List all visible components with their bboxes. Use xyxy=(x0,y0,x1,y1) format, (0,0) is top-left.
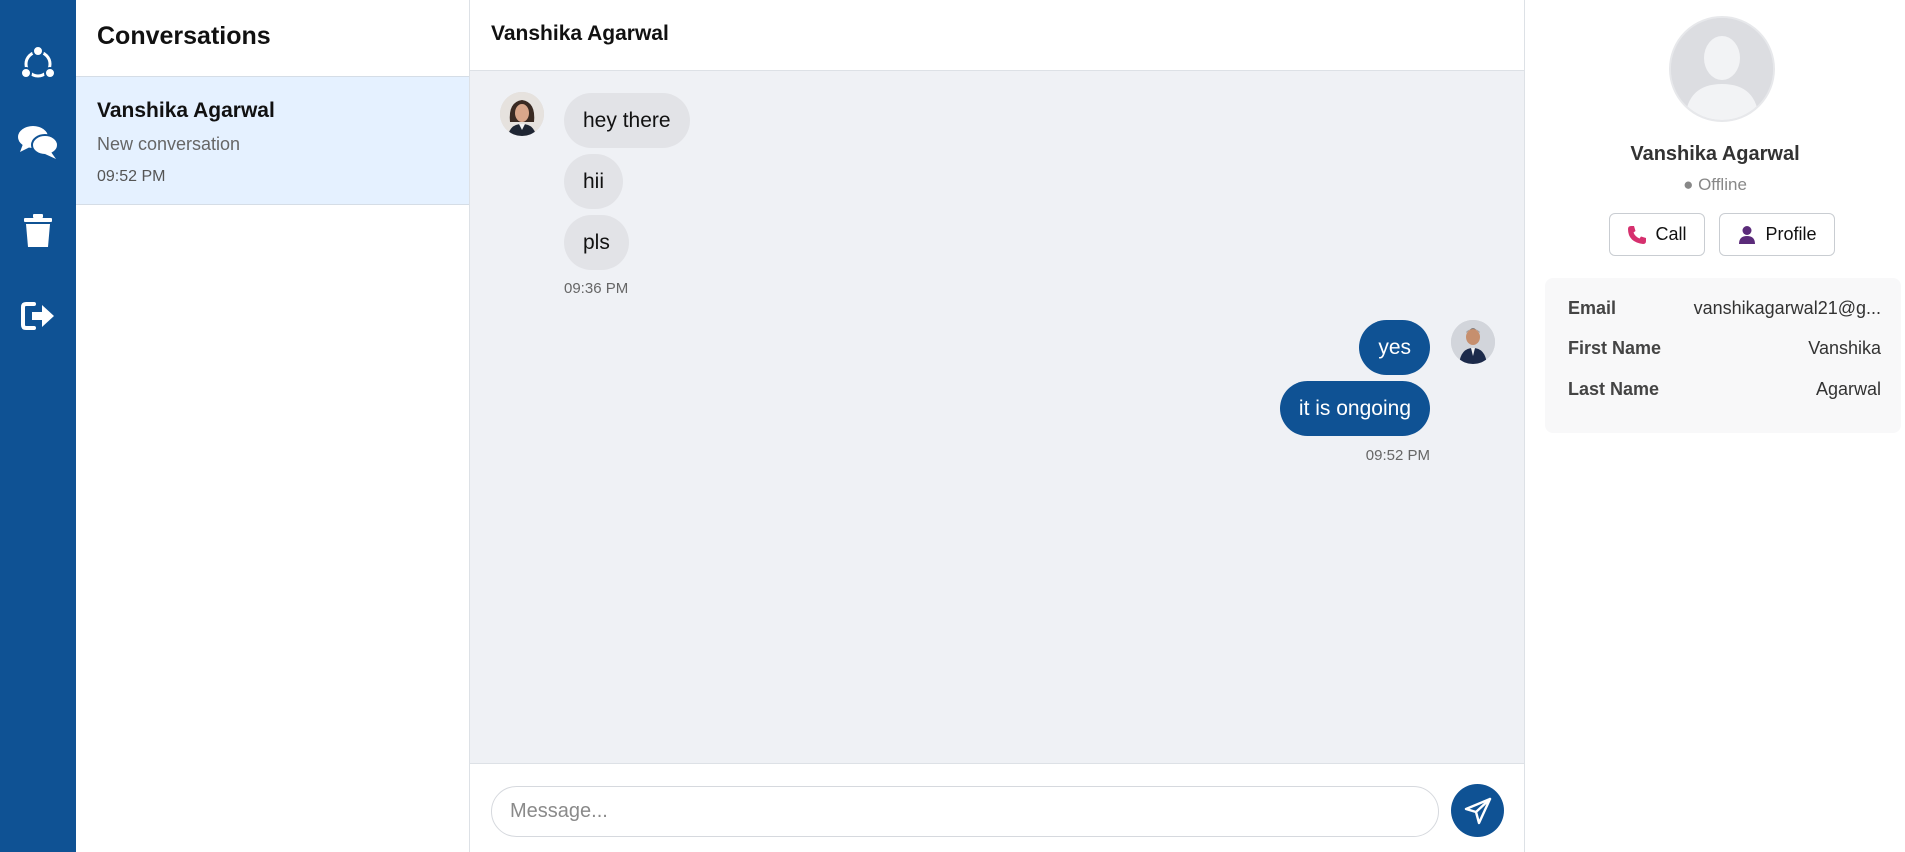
profile-name: Vanshika Agarwal xyxy=(1630,143,1800,165)
profile-panel: Vanshika Agarwal ● Offline Call Profile … xyxy=(1524,0,1905,852)
message-composer xyxy=(470,763,1524,852)
chat-header: Vanshika Agarwal xyxy=(470,0,1524,71)
send-icon xyxy=(1464,797,1491,824)
chat-bubbles-icon xyxy=(18,126,59,159)
last-name-label: Last Name xyxy=(1568,379,1660,399)
message-bubble-incoming: hey there xyxy=(564,93,690,148)
conversation-time: 09:52 PM xyxy=(97,168,166,185)
profile-status: ● Offline xyxy=(1683,175,1747,194)
conversation-name: Vanshika Agarwal xyxy=(97,99,275,122)
call-button[interactable]: Call xyxy=(1609,213,1705,256)
chat-header-name: Vanshika Agarwal xyxy=(491,22,669,45)
first-name-value: Vanshika xyxy=(1808,338,1881,358)
last-name-value: Agarwal xyxy=(1815,379,1881,399)
first-name-label: First Name xyxy=(1568,338,1662,358)
logout-icon xyxy=(21,302,54,330)
nav-chats-button[interactable] xyxy=(14,118,62,166)
message-bubble-outgoing: it is ongoing xyxy=(1279,381,1430,436)
phone-icon xyxy=(1628,225,1647,244)
message-time-incoming: 09:36 PM xyxy=(564,280,629,297)
message-bubble-incoming: pls xyxy=(564,215,629,270)
conversations-title: Conversations xyxy=(97,22,271,50)
message-bubble-incoming: hii xyxy=(564,154,624,209)
conversations-panel: Conversations Vanshika Agarwal New conve… xyxy=(76,0,470,852)
nav-network-button[interactable] xyxy=(14,40,62,88)
contact-info-card: Email vanshikagarwal21@g... First Name V… xyxy=(1545,278,1901,433)
message-time-outgoing: 09:52 PM xyxy=(1365,447,1430,464)
conversation-item[interactable]: Vanshika Agarwal New conversation 09:52 … xyxy=(76,76,469,205)
email-value: vanshikagarwal21@g... xyxy=(1693,298,1881,318)
default-user-icon xyxy=(1671,18,1773,120)
contact-avatar xyxy=(500,92,544,136)
network-icon xyxy=(20,45,56,79)
email-label: Email xyxy=(1568,298,1617,318)
nav-logout-button[interactable] xyxy=(14,292,62,340)
call-label: Call xyxy=(1655,224,1687,244)
nav-rail xyxy=(0,0,76,852)
message-bubble-outgoing: yes xyxy=(1359,320,1430,375)
profile-button[interactable]: Profile xyxy=(1719,213,1835,256)
chat-area: Vanshika Agarwal hey there hii pls 09:36… xyxy=(470,0,1524,852)
conversation-preview: New conversation xyxy=(97,134,241,154)
send-button[interactable] xyxy=(1451,784,1504,837)
user-avatar xyxy=(1451,320,1495,364)
user-icon xyxy=(1739,225,1756,244)
profile-label: Profile xyxy=(1765,224,1817,244)
profile-avatar xyxy=(1669,16,1775,122)
trash-icon xyxy=(24,214,52,247)
nav-delete-button[interactable] xyxy=(14,207,62,255)
message-input[interactable] xyxy=(491,786,1439,837)
